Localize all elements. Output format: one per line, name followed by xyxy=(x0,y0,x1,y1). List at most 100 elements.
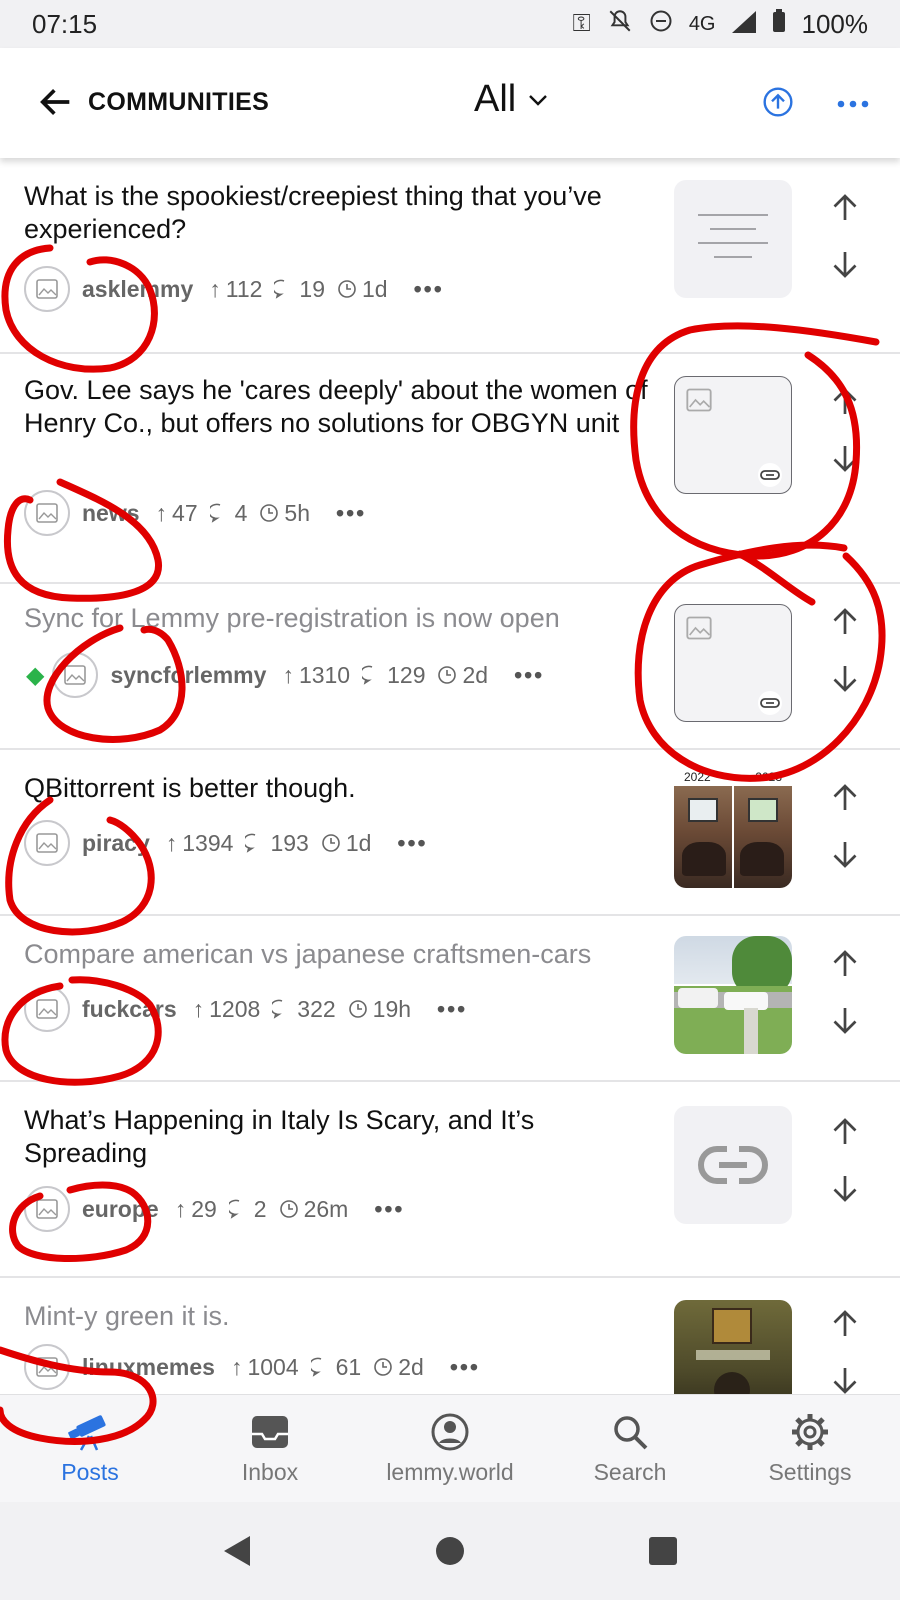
community-name[interactable]: fuckcars xyxy=(82,996,177,1023)
post-options-button[interactable]: ••• xyxy=(374,1196,404,1223)
post-options-button[interactable]: ••• xyxy=(450,1354,480,1381)
community-avatar[interactable] xyxy=(24,1344,70,1390)
comment-icon xyxy=(310,1357,321,1377)
back-nav-button[interactable] xyxy=(222,1534,252,1568)
community-name[interactable]: news xyxy=(82,500,140,527)
post-feed[interactable]: What is the spookiest/creepiest thing th… xyxy=(0,158,900,1394)
downvote-button[interactable] xyxy=(827,440,863,476)
image-thumbnail[interactable]: 2022 2023 xyxy=(674,770,792,888)
network-type: 4G xyxy=(688,12,716,35)
scroll-to-top-button[interactable] xyxy=(762,86,794,118)
post-item[interactable]: What is the spookiest/creepiest thing th… xyxy=(0,158,900,354)
feed-label: All xyxy=(474,78,517,120)
post-title[interactable]: What’s Happening in Italy Is Scary, and … xyxy=(24,1104,654,1170)
upvote-button[interactable] xyxy=(827,604,863,640)
notifications-off-icon xyxy=(607,8,633,41)
tab-account-label: lemmy.world xyxy=(386,1459,514,1485)
upvote-count-icon: ↑ xyxy=(282,661,294,688)
upvote-button[interactable] xyxy=(827,1114,863,1150)
upvote-button[interactable] xyxy=(827,946,863,982)
post-title[interactable]: Gov. Lee says he 'cares deeply' about th… xyxy=(24,374,654,440)
score: 112 xyxy=(225,275,263,302)
home-nav-button[interactable] xyxy=(435,1536,465,1566)
post-item[interactable]: Mint-y green it is. linuxmemes ↑ 1004 61 … xyxy=(0,1278,900,1394)
text-post-thumbnail[interactable] xyxy=(674,180,792,298)
post-item[interactable]: Compare american vs japanese craftsmen-c… xyxy=(0,916,900,1082)
community-avatar[interactable] xyxy=(24,986,70,1032)
upvote-button[interactable] xyxy=(827,384,863,420)
community-name[interactable]: linuxmemes xyxy=(82,1354,215,1381)
comment-icon xyxy=(272,999,283,1019)
upvote-count-icon: ↑ xyxy=(209,275,221,302)
upvote-button[interactable] xyxy=(827,780,863,816)
tab-inbox[interactable]: Inbox xyxy=(185,1411,355,1486)
post-options-button[interactable]: ••• xyxy=(397,830,427,857)
comment-icon xyxy=(274,279,285,299)
post-age: 2d xyxy=(462,661,489,688)
downvote-button[interactable] xyxy=(827,1002,863,1038)
link-thumbnail[interactable] xyxy=(674,376,792,494)
community-avatar[interactable] xyxy=(24,266,70,312)
account-icon xyxy=(430,1411,470,1453)
image-thumbnail[interactable] xyxy=(674,1300,792,1394)
post-options-button[interactable]: ••• xyxy=(336,500,366,527)
post-item[interactable]: Gov. Lee says he 'cares deeply' about th… xyxy=(0,354,900,584)
tab-posts[interactable]: Posts xyxy=(5,1411,175,1486)
tab-posts-label: Posts xyxy=(61,1459,119,1485)
post-options-button[interactable]: ••• xyxy=(437,996,467,1023)
image-thumbnail[interactable] xyxy=(674,936,792,1054)
downvote-button[interactable] xyxy=(827,836,863,872)
feed-selector[interactable]: All xyxy=(474,78,550,121)
tab-settings[interactable]: Settings xyxy=(725,1411,895,1486)
link-thumbnail[interactable] xyxy=(674,604,792,722)
tab-settings-label: Settings xyxy=(768,1459,852,1485)
link-icon xyxy=(698,1145,768,1185)
downvote-button[interactable] xyxy=(827,1170,863,1206)
post-title[interactable]: Compare american vs japanese craftsmen-c… xyxy=(24,938,654,971)
back-button[interactable] xyxy=(36,82,76,122)
community-name[interactable]: europe xyxy=(82,1196,159,1223)
post-options-button[interactable]: ••• xyxy=(414,276,444,303)
community-name[interactable]: piracy xyxy=(82,830,150,857)
upvote-button[interactable] xyxy=(827,190,863,226)
arrow-up-circle-icon xyxy=(763,87,793,117)
community-avatar[interactable] xyxy=(24,1186,70,1232)
clock-icon xyxy=(260,504,279,522)
community-name[interactable]: syncforlemmy xyxy=(110,662,266,689)
tab-search[interactable]: Search xyxy=(545,1411,715,1486)
link-thumbnail[interactable] xyxy=(674,1106,792,1224)
community-name[interactable]: asklemmy xyxy=(82,276,193,303)
community-avatar[interactable] xyxy=(52,652,99,698)
comment-count: 4 xyxy=(234,499,248,526)
status-time: 07:15 xyxy=(32,8,98,39)
downvote-button[interactable] xyxy=(827,1362,863,1394)
post-options-button[interactable]: ••• xyxy=(514,662,544,689)
vpn-key-icon: ⚿ xyxy=(572,10,591,37)
post-item[interactable]: What’s Happening in Italy Is Scary, and … xyxy=(0,1082,900,1278)
more-options-button[interactable] xyxy=(836,92,870,115)
post-title[interactable]: Mint-y green it is. xyxy=(24,1300,654,1333)
pinned-icon: ◆ xyxy=(26,661,45,689)
downvote-button[interactable] xyxy=(827,246,863,282)
post-title[interactable]: What is the spookiest/creepiest thing th… xyxy=(24,180,654,246)
communities-link[interactable]: COMMUNITIES xyxy=(88,88,269,117)
post-age: 19h xyxy=(372,995,412,1022)
chevron-down-icon xyxy=(529,94,548,106)
post-item[interactable]: QBittorrent is better though. piracy ↑ 13… xyxy=(0,750,900,916)
post-age: 1d xyxy=(362,275,388,302)
broken-image-icon xyxy=(686,616,712,640)
comment-count: 129 xyxy=(387,661,426,688)
tab-account[interactable]: lemmy.world xyxy=(365,1411,535,1486)
downvote-button[interactable] xyxy=(827,660,863,696)
arrow-left-icon xyxy=(40,89,70,115)
post-item[interactable]: Sync for Lemmy pre-registration is now o… xyxy=(0,584,900,750)
upvote-button[interactable] xyxy=(827,1306,863,1342)
thumb-caption-right: 2023 xyxy=(755,770,782,784)
bottom-tab-bar: Posts Inbox lemmy.world Search Settings xyxy=(0,1394,900,1502)
recents-nav-button[interactable] xyxy=(648,1536,678,1566)
post-title[interactable]: Sync for Lemmy pre-registration is now o… xyxy=(24,602,654,635)
community-avatar[interactable] xyxy=(24,490,70,536)
system-nav-bar xyxy=(0,1502,900,1600)
community-avatar[interactable] xyxy=(24,820,70,866)
post-title[interactable]: QBittorrent is better though. xyxy=(24,772,654,805)
